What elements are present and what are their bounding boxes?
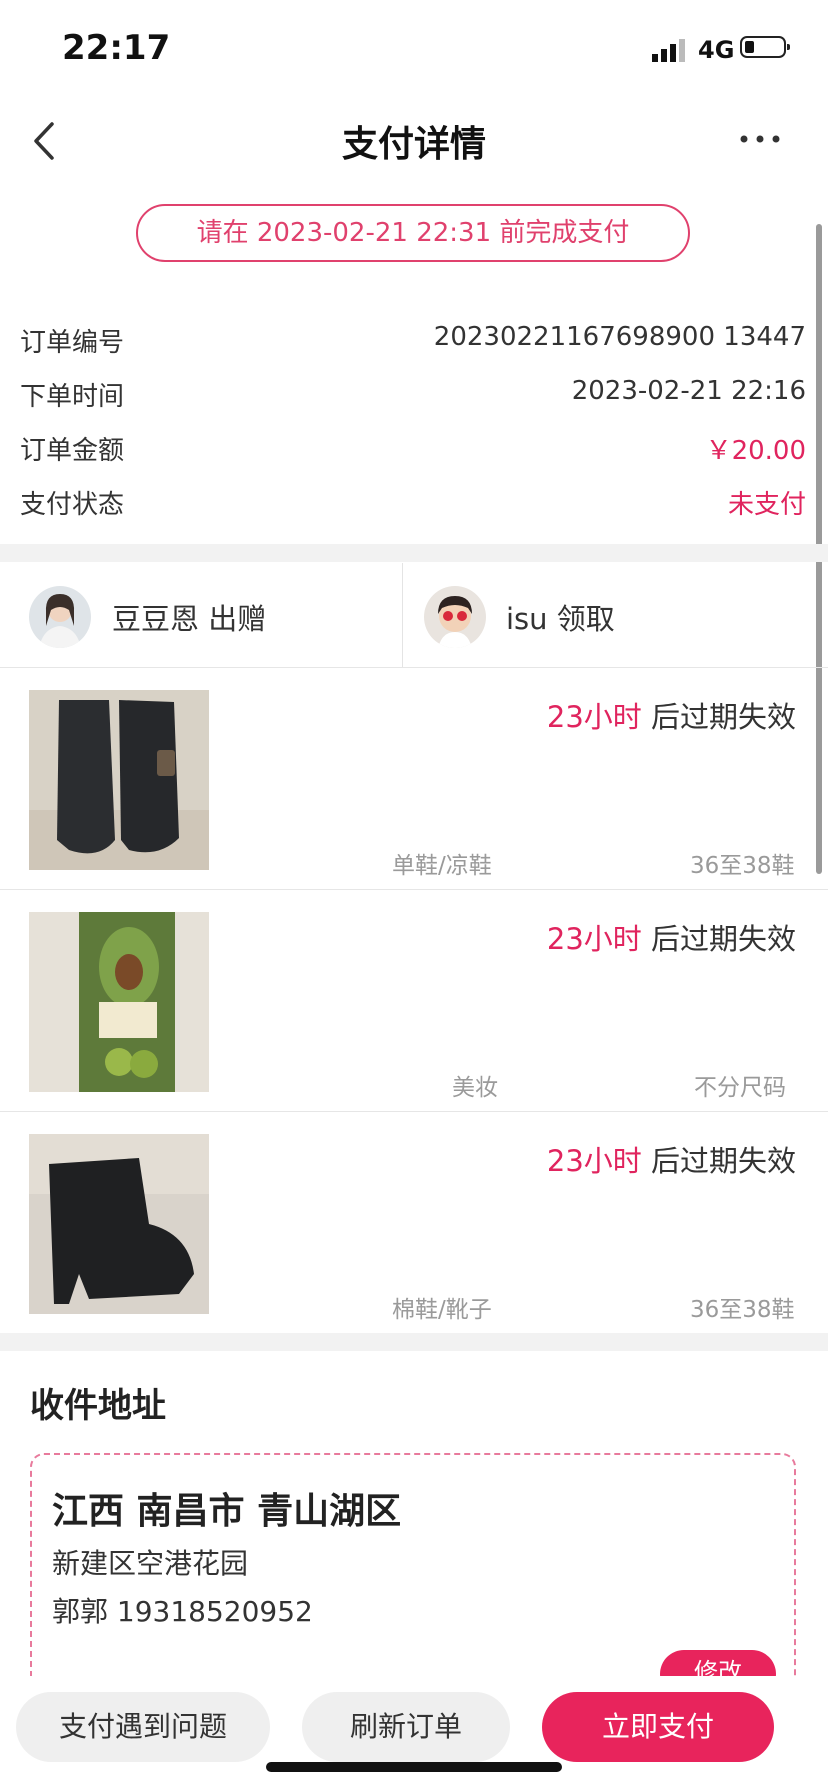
item-image-shoes[interactable] — [29, 690, 209, 870]
section-divider — [0, 1333, 828, 1351]
divider — [0, 1111, 828, 1112]
status-time: 22:17 — [62, 28, 171, 68]
network-type: 4G — [698, 36, 735, 64]
order-amount-label: 订单金额 — [20, 436, 125, 466]
section-divider — [0, 544, 828, 562]
order-time-label: 下单时间 — [20, 382, 125, 412]
item-size: 36至38鞋 — [690, 853, 795, 879]
giver-avatar[interactable] — [29, 586, 91, 648]
refresh-order-button[interactable]: 刷新订单 — [302, 1692, 510, 1762]
signal-icon — [652, 39, 685, 62]
item-expiry: 23小时 后过期失效 — [546, 1144, 796, 1178]
address-detail: 新建区空港花园 — [52, 1547, 249, 1580]
receiver-name: isu 领取 — [506, 602, 615, 636]
item-size: 36至38鞋 — [690, 1297, 795, 1323]
battery-icon — [740, 36, 790, 58]
item-expiry: 23小时 后过期失效 — [546, 700, 796, 734]
payment-status-label: 支付状态 — [20, 490, 125, 520]
address-section-title: 收件地址 — [30, 1386, 166, 1426]
more-icon[interactable] — [738, 124, 782, 154]
payment-status-value: 未支付 — [727, 490, 806, 520]
item-expiry: 23小时 后过期失效 — [546, 922, 796, 956]
item-image-boots[interactable] — [29, 1134, 209, 1314]
address-region: 江西 南昌市 青山湖区 — [52, 1491, 402, 1532]
people-divider — [402, 563, 403, 667]
order-amount-value: ￥20.00 — [705, 436, 806, 466]
payment-deadline-notice: 请在 2023-02-21 22:31 前完成支付 — [136, 204, 690, 262]
item-category: 单鞋/凉鞋 — [392, 853, 492, 879]
divider — [0, 889, 828, 890]
page-title: 支付详情 — [341, 124, 486, 165]
item-image-cosmetic[interactable] — [29, 912, 209, 1092]
item-category: 棉鞋/靴子 — [392, 1297, 492, 1323]
giver-name: 豆豆恩 出赠 — [112, 602, 267, 636]
address-contact: 郭郭 19318520952 — [52, 1595, 313, 1628]
receiver-avatar[interactable] — [424, 586, 486, 648]
pay-now-button[interactable]: 立即支付 — [542, 1692, 774, 1762]
item-category: 美妆 — [452, 1075, 498, 1101]
payment-problem-button[interactable]: 支付遇到问题 — [16, 1692, 270, 1762]
order-time-value: 2023-02-21 22:16 — [571, 376, 806, 406]
order-number-value: 20230221167698900 13447 — [433, 322, 806, 352]
home-indicator — [266, 1762, 562, 1772]
order-number-label: 订单编号 — [20, 328, 125, 358]
item-size: 不分尺码 — [694, 1075, 786, 1101]
divider — [0, 667, 828, 668]
